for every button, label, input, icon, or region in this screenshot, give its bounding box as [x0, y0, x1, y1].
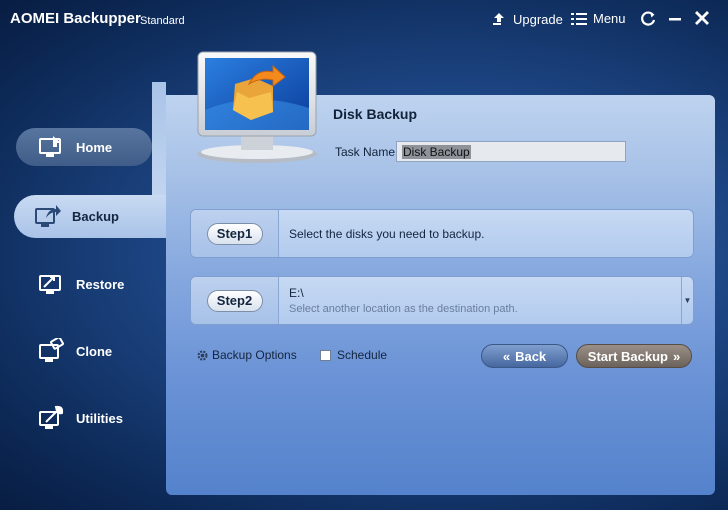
clone-icon: [39, 338, 64, 362]
step1-badge-cell: Step1: [191, 210, 279, 257]
backup-icon: [35, 205, 61, 227]
task-name-input[interactable]: Disk Backup: [396, 141, 626, 162]
schedule-checkbox-box[interactable]: [320, 349, 331, 361]
step2-destination-selector[interactable]: Step2 E:\ Select another location as the…: [190, 276, 694, 325]
schedule-label: Schedule: [337, 348, 388, 362]
step1-badge: Step1: [206, 222, 263, 245]
sidebar-item-clone[interactable]: Clone: [38, 337, 112, 365]
utilities-icon: [39, 405, 64, 429]
backup-options-label: Backup Options: [212, 348, 297, 362]
sidebar-item-home[interactable]: Home: [16, 128, 152, 166]
start-backup-label: Start Backup: [587, 348, 668, 364]
schedule-checkbox[interactable]: Schedule: [320, 348, 387, 362]
step2-badge: Step2: [206, 289, 263, 312]
double-chevron-right-icon: »: [672, 348, 681, 364]
title-bar: AOMEI Backupper Standard Upgrade Menu: [0, 0, 728, 40]
restore-icon: [39, 275, 61, 294]
task-name-label: Task Name: [335, 145, 396, 159]
back-label: Back: [515, 348, 547, 364]
sidebar-item-label: Backup: [72, 208, 119, 224]
sidebar-item-utilities[interactable]: Utilities: [38, 404, 123, 432]
page-title: Disk Backup: [333, 106, 418, 122]
upgrade-icon: [493, 13, 504, 25]
close-icon[interactable]: [693, 9, 711, 27]
step1-text: Select the disks you need to backup.: [289, 226, 485, 241]
step1-source-selector[interactable]: Step1 Select the disks you need to backu…: [190, 209, 694, 258]
sidebar-item-label: Utilities: [76, 410, 123, 426]
double-chevron-left-icon: «: [502, 348, 511, 364]
step2-hint: Select another location as the destinati…: [289, 303, 518, 315]
upgrade-label: Upgrade: [513, 11, 563, 27]
minimize-icon[interactable]: [666, 9, 684, 27]
step2-badge-cell: Step2: [191, 277, 279, 324]
sidebar-item-label: Clone: [76, 343, 113, 359]
menu-icon: [571, 12, 587, 25]
home-icon: [39, 136, 61, 157]
step1-content: Select the disks you need to backup.: [279, 210, 693, 257]
step2-dropdown-arrow[interactable]: ▼: [681, 277, 693, 324]
panel-connector: [152, 82, 166, 202]
start-backup-button[interactable]: Start Backup »: [576, 344, 692, 368]
sidebar-item-label: Restore: [76, 276, 125, 292]
sidebar-item-restore[interactable]: Restore: [38, 270, 124, 298]
menu-button[interactable]: Menu: [571, 11, 626, 26]
upgrade-button[interactable]: Upgrade: [491, 11, 563, 27]
back-button[interactable]: « Back: [481, 344, 568, 368]
step2-content: E:\ Select another location as the desti…: [279, 277, 681, 324]
task-name-value: Disk Backup: [402, 145, 471, 159]
chevron-down-icon: ▼: [683, 296, 692, 305]
app-name: AOMEI Backupper: [10, 10, 141, 27]
backup-options-link[interactable]: Backup Options: [196, 348, 297, 362]
disk-backup-monitor-icon: [197, 51, 317, 163]
app-edition: Standard: [140, 15, 185, 27]
sidebar-item-backup[interactable]: Backup: [34, 200, 119, 232]
sidebar-item-label: Home: [76, 139, 113, 155]
refresh-icon[interactable]: [639, 9, 657, 27]
step2-path: E:\: [289, 286, 304, 300]
gear-icon: [197, 349, 208, 361]
menu-label: Menu: [593, 11, 626, 26]
